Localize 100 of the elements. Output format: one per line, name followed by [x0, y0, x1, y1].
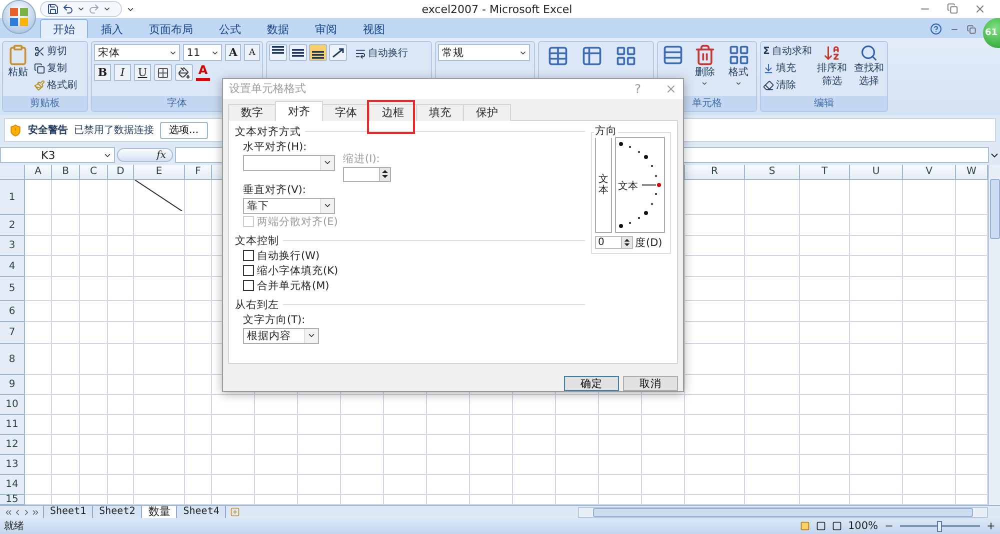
ribbon-tab[interactable]: 开始 — [40, 19, 88, 38]
dialog-tab[interactable]: 对齐 — [275, 100, 323, 121]
page-break-view-icon[interactable] — [832, 521, 842, 531]
indent-spinner[interactable] — [343, 166, 391, 182]
checkbox[interactable] — [243, 265, 254, 276]
sheet-tab[interactable]: Sheet1 — [43, 506, 94, 518]
normal-view-icon[interactable] — [800, 521, 810, 531]
cell-style-icon[interactable] — [615, 45, 637, 67]
vertical-text-button[interactable]: 文本 — [595, 136, 612, 233]
row-header[interactable]: 11 — [0, 415, 25, 435]
horizontal-scrollbar[interactable] — [578, 506, 988, 518]
next-sheet-icon[interactable] — [22, 508, 31, 516]
close-icon[interactable] — [665, 82, 677, 95]
column-header[interactable]: F — [185, 165, 212, 180]
restore-icon[interactable] — [967, 24, 976, 34]
column-header[interactable]: T — [800, 165, 850, 180]
number-format-field[interactable]: 常规 — [438, 44, 530, 61]
cells-button[interactable]: 格式 — [726, 44, 752, 94]
sheet-tab[interactable]: Sheet2 — [92, 506, 142, 518]
sheet-tab[interactable]: 数量 — [141, 506, 178, 518]
insert-function-button[interactable]: fx — [117, 148, 173, 162]
font-name-field[interactable]: 宋体 — [94, 44, 180, 61]
previous-sheet-icon[interactable] — [13, 508, 22, 516]
fill-color-button[interactable] — [175, 64, 193, 81]
column-header[interactable]: E — [134, 165, 185, 180]
column-header[interactable]: A — [25, 165, 52, 180]
row-header[interactable]: 14 — [0, 475, 25, 495]
ribbon-tab[interactable]: 数据 — [254, 19, 302, 38]
column-header[interactable]: V — [903, 165, 956, 180]
insert-rows-icon[interactable] — [662, 44, 684, 66]
zoom-level[interactable]: 100% — [848, 520, 878, 532]
row-header[interactable]: 15 — [0, 495, 25, 505]
cells-button[interactable]: 删除 — [692, 44, 718, 94]
row-header[interactable]: 7 — [0, 322, 25, 344]
column-header[interactable]: W — [956, 165, 988, 180]
orientation-dial[interactable]: 文本 — [615, 136, 665, 233]
row-header[interactable]: 2 — [0, 215, 25, 236]
ribbon-tab[interactable]: 页面布局 — [136, 19, 206, 38]
dialog-tab[interactable]: 保护 — [463, 104, 511, 121]
zoom-thumb[interactable] — [937, 520, 942, 532]
align-middle-button[interactable] — [289, 44, 307, 61]
row-header[interactable]: 13 — [0, 455, 25, 475]
clear-button[interactable]: 清除 — [763, 78, 812, 92]
paste-button[interactable]: 粘贴 — [5, 44, 31, 94]
column-header[interactable]: D — [108, 165, 134, 180]
degrees-field[interactable]: 0 — [595, 236, 633, 250]
font-color-button[interactable]: A — [196, 64, 210, 81]
column-header[interactable]: S — [745, 165, 800, 180]
ok-button[interactable]: 确定 — [564, 376, 619, 391]
row-header[interactable]: 9 — [0, 375, 25, 395]
vertical-align-select[interactable]: 靠下 — [243, 198, 335, 214]
scrollbar-thumb[interactable] — [593, 508, 973, 516]
save-icon[interactable] — [47, 3, 59, 15]
row-header[interactable]: 10 — [0, 395, 25, 415]
row-header[interactable]: 6 — [0, 301, 25, 322]
close-icon[interactable] — [974, 3, 986, 15]
dialog-tab[interactable]: 数字 — [228, 104, 276, 121]
last-sheet-icon[interactable] — [31, 508, 40, 516]
column-header[interactable]: C — [80, 165, 108, 180]
conditional-format-icon[interactable] — [547, 45, 569, 67]
restore-icon[interactable] — [947, 3, 958, 14]
table-style-icon[interactable] — [581, 45, 603, 67]
undo-icon[interactable] — [62, 3, 74, 15]
first-sheet-icon[interactable] — [4, 508, 13, 516]
ribbon-tab[interactable]: 视图 — [350, 19, 398, 38]
name-box[interactable]: K3 — [0, 147, 115, 163]
text-direction-select[interactable]: 根据内容 — [243, 328, 319, 344]
wrap-text-button[interactable]: 自动换行 — [355, 46, 408, 60]
column-header[interactable]: B — [52, 165, 80, 180]
font-size-field[interactable]: 11 — [182, 44, 222, 61]
page-layout-view-icon[interactable] — [816, 521, 826, 531]
cut-button[interactable]: 剪切 — [34, 44, 77, 58]
shrink-font-button[interactable]: A — [244, 44, 260, 61]
dialog-tab[interactable]: 填充 — [416, 104, 464, 121]
row-header[interactable]: 5 — [0, 277, 25, 301]
dialog-tab[interactable]: 字体 — [322, 104, 370, 121]
sort-filter-button[interactable]: 排序和 筛选 — [814, 44, 849, 94]
grow-font-button[interactable]: A — [225, 44, 242, 61]
vertical-scrollbar[interactable] — [988, 165, 1000, 505]
column-header[interactable]: R — [685, 165, 745, 180]
autosum-button[interactable]: Σ 自动求和 — [763, 44, 812, 58]
ribbon-tab[interactable]: 公式 — [206, 19, 254, 38]
find-select-button[interactable]: 查找和 选择 — [852, 44, 886, 94]
copy-button[interactable]: 复制 — [34, 61, 77, 75]
row-header[interactable]: 3 — [0, 236, 25, 256]
row-header[interactable]: 4 — [0, 256, 25, 277]
ribbon-tab[interactable]: 审阅 — [302, 19, 350, 38]
cancel-button[interactable]: 取消 — [623, 376, 678, 391]
fill-button[interactable]: 填充 — [763, 61, 812, 75]
row-header[interactable]: 12 — [0, 435, 25, 455]
orientation-button[interactable] — [329, 44, 347, 61]
bold-button[interactable]: B — [94, 64, 111, 81]
ribbon-tab[interactable]: 插入 — [88, 19, 136, 38]
align-bottom-button[interactable] — [309, 44, 327, 61]
row-header[interactable]: 8 — [0, 344, 25, 375]
scrollbar-thumb[interactable] — [990, 179, 1000, 239]
help-icon[interactable] — [930, 23, 942, 35]
borders-button[interactable] — [154, 64, 172, 81]
italic-button[interactable]: I — [114, 64, 131, 81]
checkbox[interactable] — [243, 250, 254, 262]
